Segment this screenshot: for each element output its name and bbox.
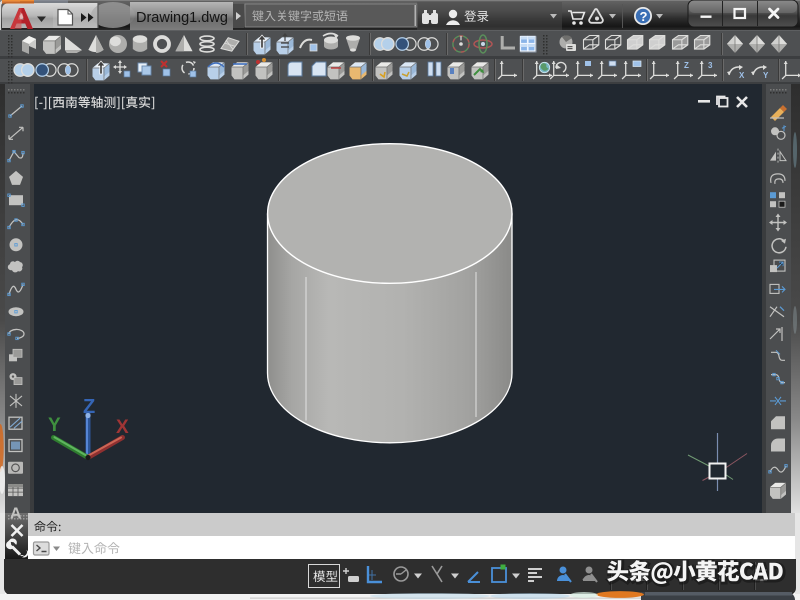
svg-text:X: X <box>116 417 129 438</box>
svg-text:Y: Y <box>763 71 769 80</box>
svg-text:X: X <box>739 71 745 80</box>
svg-text:Z: Z <box>83 396 95 418</box>
svg-text:Z: Z <box>684 61 689 70</box>
svg-text:Drawing1.dwg: Drawing1.dwg <box>136 10 228 26</box>
svg-text:?: ? <box>640 9 648 24</box>
svg-text:A: A <box>10 505 22 522</box>
svg-text:Y: Y <box>48 415 61 436</box>
svg-text:3: 3 <box>708 61 713 70</box>
